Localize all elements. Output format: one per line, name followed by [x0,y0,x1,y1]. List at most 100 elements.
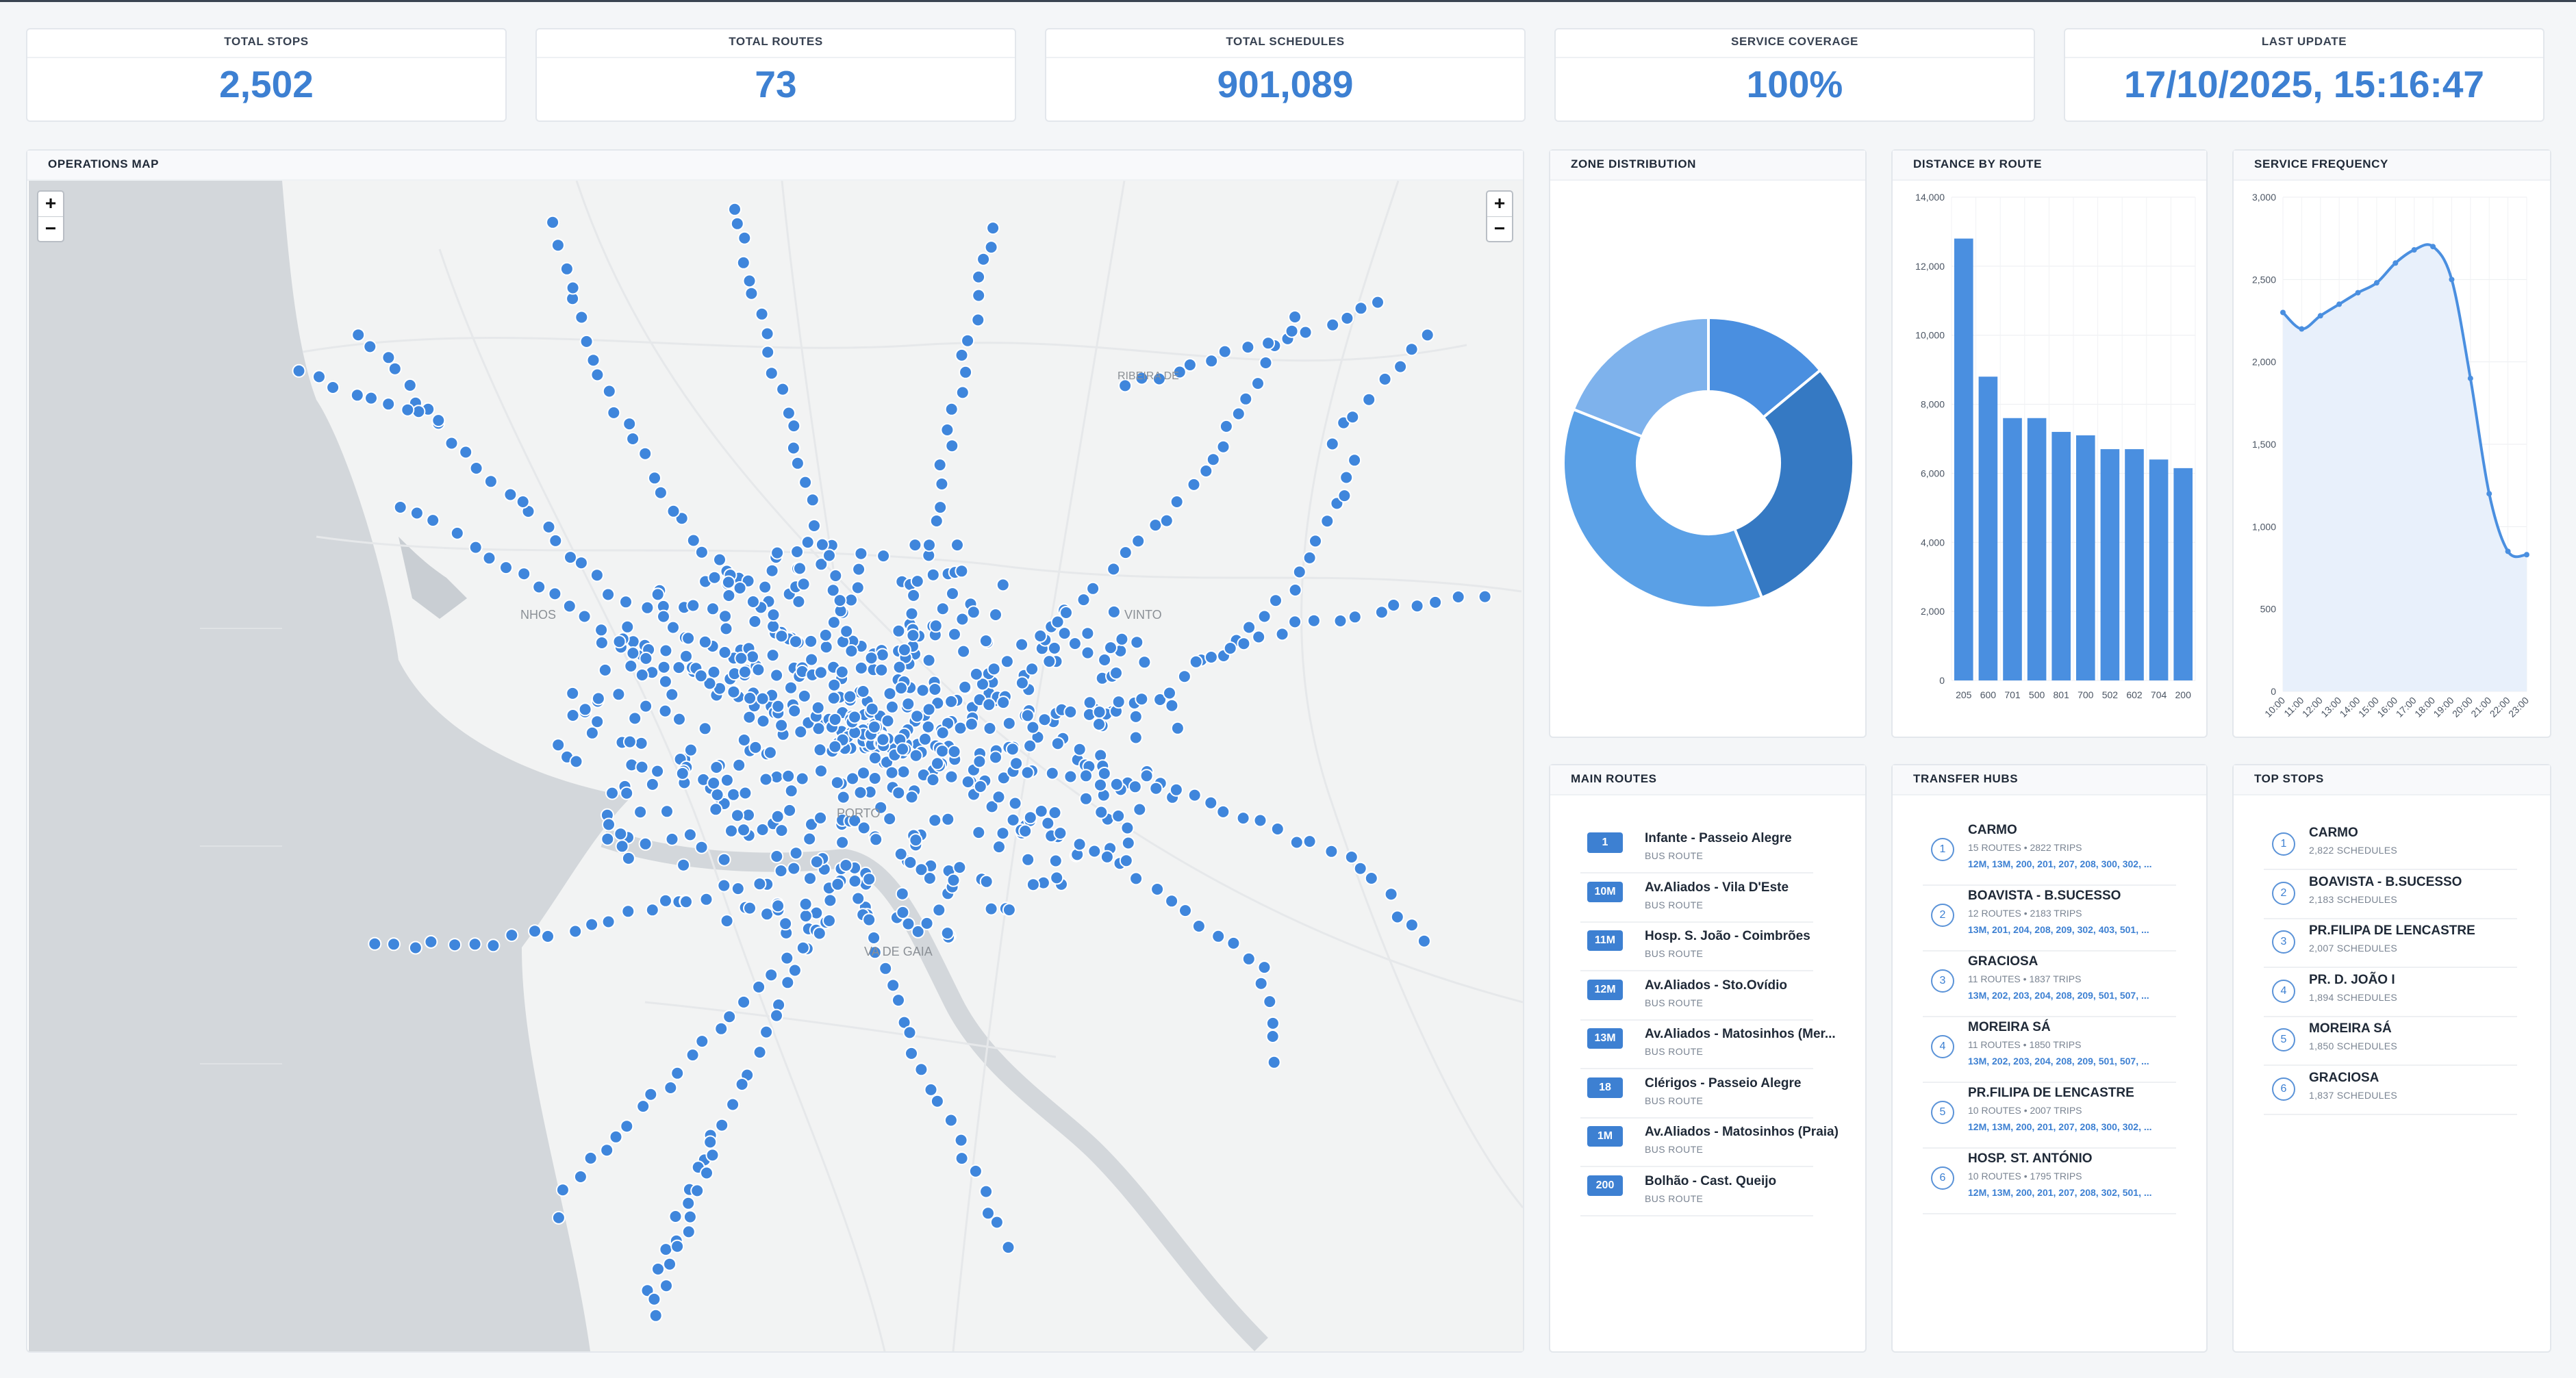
stop-marker[interactable] [351,328,366,342]
stop-marker[interactable] [393,500,407,514]
stop-marker[interactable] [779,917,793,931]
stop-marker[interactable] [743,901,757,915]
stop-marker[interactable] [681,1225,696,1239]
stop-marker[interactable] [896,905,910,919]
donut-slice[interactable] [1562,407,1764,609]
stop-marker[interactable] [1087,844,1102,858]
stop-marker[interactable] [651,587,665,602]
data-point[interactable] [2486,491,2492,497]
stop-marker[interactable] [790,545,805,559]
data-point[interactable] [2299,326,2305,332]
stop-marker[interactable] [1092,705,1107,719]
stop-marker[interactable] [851,891,866,906]
stop-marker[interactable] [707,570,722,585]
stop-marker[interactable] [827,678,842,692]
stop-marker[interactable] [1384,887,1398,902]
data-point[interactable] [2449,277,2455,283]
stop-marker[interactable] [602,384,616,398]
stop-marker[interactable] [686,533,700,548]
stop-marker[interactable] [722,1010,737,1024]
stop-marker[interactable] [1263,995,1277,1009]
stop-marker[interactable] [1063,705,1078,719]
stop-marker[interactable] [1257,960,1272,975]
stop-marker[interactable] [755,307,769,321]
stop-marker[interactable] [1183,358,1197,372]
stop-marker[interactable] [1045,766,1059,780]
stop-marker[interactable] [551,738,566,752]
stop-marker[interactable] [1223,641,1237,655]
stop-marker[interactable] [844,644,859,658]
data-point[interactable] [2467,375,2473,381]
stop-marker[interactable] [622,735,637,749]
stop-marker[interactable] [698,722,712,736]
stop-marker[interactable] [867,720,881,734]
stop-marker[interactable] [996,696,1011,710]
stop-marker[interactable] [363,340,377,354]
stop-marker[interactable] [590,568,604,583]
stop-marker[interactable] [944,402,959,416]
stop-marker[interactable] [972,826,986,840]
stop-marker[interactable] [666,620,680,635]
stop-marker[interactable] [748,740,763,754]
stop-marker[interactable] [659,1279,673,1293]
stop-marker[interactable] [368,936,382,951]
bar[interactable] [2003,418,2022,680]
stop-marker[interactable] [1092,717,1106,731]
stop-marker[interactable] [448,938,462,952]
stop-marker[interactable] [897,643,911,657]
stop-marker[interactable] [717,878,731,893]
stop-marker[interactable] [971,313,985,327]
stop-marker[interactable] [892,624,906,638]
stop-marker[interactable] [1094,805,1109,819]
stop-marker[interactable] [908,538,922,552]
stop-marker[interactable] [862,872,876,886]
stop-marker[interactable] [1137,655,1152,669]
stop-marker[interactable] [1107,562,1121,576]
bar[interactable] [2149,459,2169,680]
stop-marker[interactable] [381,350,396,365]
stop-marker[interactable] [751,663,766,677]
stop-marker[interactable] [1364,871,1378,885]
stop-marker[interactable] [408,941,422,955]
data-point[interactable] [2392,260,2399,266]
stop-marker[interactable] [1237,637,1251,651]
stop-marker[interactable] [742,710,757,724]
stop-marker[interactable] [844,593,858,607]
stop-marker[interactable] [805,493,820,507]
stop-marker[interactable] [935,744,950,758]
stop-marker[interactable] [809,855,824,869]
stop-marker[interactable] [857,766,870,780]
stop-marker[interactable] [1428,595,1443,609]
stop-marker[interactable] [1420,328,1435,342]
stop-marker[interactable] [922,538,936,552]
stop-marker[interactable] [1340,311,1354,325]
stop-marker[interactable] [621,851,635,865]
stop-marker[interactable] [906,628,920,643]
stop-marker[interactable] [822,914,836,928]
stop-marker[interactable] [737,733,751,747]
stop-marker[interactable] [818,628,833,642]
stop-marker[interactable] [885,765,899,780]
stop-marker[interactable] [566,281,580,295]
stop-marker[interactable] [876,549,891,563]
stop-marker[interactable] [722,589,736,602]
zoom-out-button[interactable]: − [38,216,63,242]
stop-marker[interactable] [1008,796,1022,811]
stop-marker[interactable] [594,623,609,637]
stop-marker[interactable] [1128,780,1142,794]
stop-marker[interactable] [787,704,802,718]
stop-marker[interactable] [961,333,975,348]
stop-marker[interactable] [668,1210,683,1223]
stop-marker[interactable] [972,288,986,303]
stop-marker[interactable] [1097,767,1111,780]
stop-marker[interactable] [659,893,672,908]
stop-marker[interactable] [450,526,464,540]
stop-marker[interactable] [686,598,700,613]
stop-marker[interactable] [1333,614,1348,628]
stop-marker[interactable] [694,840,709,854]
stop-marker[interactable] [548,533,563,548]
zoom-out-button[interactable]: − [1487,216,1512,242]
stop-marker[interactable] [564,550,577,565]
bar[interactable] [2100,449,2120,680]
data-point[interactable] [2355,290,2361,296]
